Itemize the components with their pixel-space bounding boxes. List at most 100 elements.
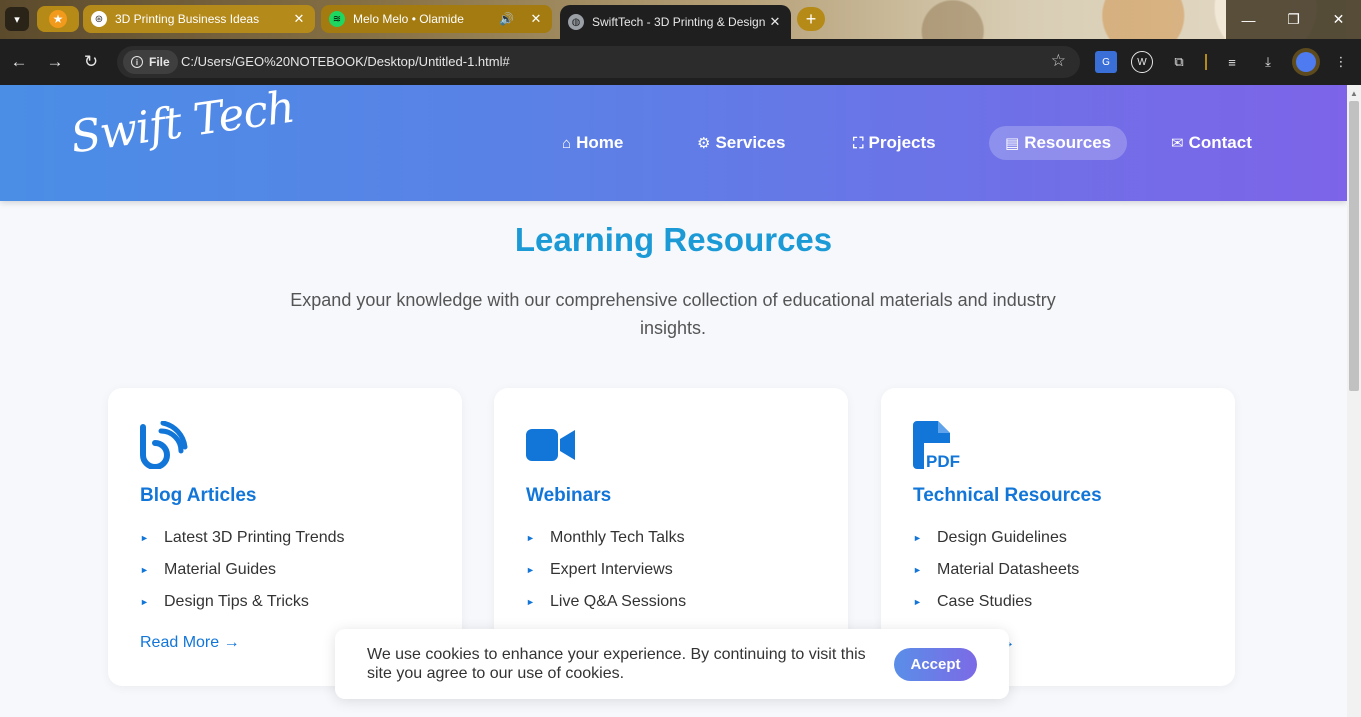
bookmark-star-icon[interactable]: ☆ <box>1051 51 1066 71</box>
tab-title: SwiftTech - 3D Printing & Design <box>592 15 766 29</box>
spotify-icon: ≋ <box>329 11 345 27</box>
site-info-chip[interactable]: i File <box>123 50 178 74</box>
file-chip-label: File <box>149 55 170 69</box>
tab-swifttech-active[interactable]: ◍ SwiftTech - 3D Printing & Design ✕ <box>560 5 791 39</box>
download-icon[interactable]: ⤓ <box>1257 51 1279 73</box>
list-item[interactable]: ► Material Guides <box>140 554 345 586</box>
bullet-icon: ► <box>913 597 922 607</box>
menu-kebab-icon[interactable]: ⋮ <box>1330 51 1352 73</box>
scroll-up-icon[interactable]: ▲ <box>1350 89 1358 98</box>
bullet-icon: ► <box>526 565 535 575</box>
media-control-icon[interactable]: ≡ <box>1221 51 1243 73</box>
sitemap-icon: ⛶ <box>853 134 864 152</box>
list-item[interactable]: ► Material Datasheets <box>913 554 1079 586</box>
avatar-icon <box>1296 52 1316 72</box>
list-item[interactable]: ► Design Tips & Tricks <box>140 586 345 618</box>
page-scrollbar[interactable]: ▲ <box>1347 85 1361 717</box>
bullet-icon: ► <box>526 533 535 543</box>
page-viewport: Swift Tech ⌂ Home ⚙ Services ⛶ Projects … <box>0 85 1347 717</box>
cookie-text: We use cookies to enhance your experienc… <box>367 646 866 682</box>
bullet-icon: ► <box>913 533 922 543</box>
audio-playing-icon[interactable]: 🔊 <box>499 12 514 26</box>
scroll-thumb[interactable] <box>1349 101 1359 391</box>
close-icon: ✕ <box>1332 11 1345 27</box>
wordtune-extension-icon[interactable]: W <box>1131 51 1153 73</box>
card-list: ► Monthly Tech Talks ► Expert Interviews ►… <box>526 522 686 618</box>
list-item[interactable]: ► Case Studies <box>913 586 1079 618</box>
list-item[interactable]: ► Latest 3D Printing Trends <box>140 522 345 554</box>
tab-spotify[interactable]: ≋ Melo Melo • Olamide 🔊 ✕ <box>321 5 552 33</box>
nav-label: Projects <box>868 133 936 152</box>
toolbar-divider <box>1205 54 1207 70</box>
bullet-icon: ► <box>140 565 149 575</box>
nav-label: Resources <box>1024 133 1112 152</box>
tab-3d-printing-ideas[interactable]: ⊛ 3D Printing Business Ideas ✕ <box>83 5 315 33</box>
card-title: Technical Resources <box>913 485 1102 506</box>
arrow-left-icon: ← <box>10 52 28 71</box>
book-icon: ▤ <box>1005 135 1020 152</box>
translate-extension-icon[interactable]: G <box>1095 51 1117 73</box>
browser-toolbar: ← → ↻ i File C:/Users/GEO%20NOTEBOOK/Des… <box>0 39 1361 85</box>
list-item[interactable]: ► Live Q&A Sessions <box>526 586 686 618</box>
card-list: ► Latest 3D Printing Trends ► Material Gui… <box>140 522 345 618</box>
close-icon[interactable]: ✕ <box>767 14 783 30</box>
home-icon: ⌂ <box>562 134 572 152</box>
forward-button[interactable]: → <box>43 50 67 74</box>
chevron-down-icon: ▾ <box>14 13 20 26</box>
tab-search-dropdown[interactable]: ▾ <box>5 7 29 31</box>
nav-resources[interactable]: ▤ Resources <box>989 126 1128 160</box>
bullet-icon: ► <box>140 533 149 543</box>
star-icon: ★ <box>49 10 67 28</box>
restore-button[interactable]: ❐ <box>1271 0 1316 39</box>
list-item[interactable]: ► Design Guidelines <box>913 522 1079 554</box>
nav-projects[interactable]: ⛶ Projects <box>837 126 952 160</box>
read-more-link[interactable]: Read More → <box>140 634 240 652</box>
card-title: Webinars <box>526 485 612 506</box>
arrow-right-icon: → <box>46 52 64 71</box>
address-bar[interactable]: i File C:/Users/GEO%20NOTEBOOK/Desktop/U… <box>117 46 1080 78</box>
reload-button[interactable]: ↻ <box>79 50 103 74</box>
profile-avatar[interactable] <box>1292 48 1320 76</box>
list-item[interactable]: ► Monthly Tech Talks <box>526 522 686 554</box>
site-header: Swift Tech ⌂ Home ⚙ Services ⛶ Projects … <box>0 85 1347 201</box>
nav-label: Contact <box>1188 133 1252 152</box>
nav-label: Services <box>715 133 786 152</box>
envelope-icon: ✉ <box>1171 135 1184 152</box>
bullet-icon: ► <box>140 597 149 607</box>
site-logo[interactable]: Swift Tech <box>68 85 298 163</box>
chatgpt-icon: ⊛ <box>91 11 107 27</box>
gears-icon: ⚙ <box>697 135 711 152</box>
restore-icon: ❐ <box>1287 11 1300 27</box>
close-window-button[interactable]: ✕ <box>1316 0 1361 39</box>
nav-services[interactable]: ⚙ Services <box>681 126 801 160</box>
page-title: Learning Resources <box>514 221 833 258</box>
minimize-icon: — <box>1241 11 1256 28</box>
minimize-button[interactable]: — <box>1226 0 1271 39</box>
cookie-banner: We use cookies to enhance your experienc… <box>335 629 1009 699</box>
tab-title: 3D Printing Business Ideas <box>115 12 260 26</box>
close-icon[interactable]: ✕ <box>291 11 307 27</box>
accept-cookies-button[interactable]: Accept <box>894 648 977 681</box>
card-title: Blog Articles <box>140 485 257 506</box>
reload-icon: ↻ <box>83 52 99 71</box>
info-icon: i <box>131 56 143 68</box>
nav-home[interactable]: ⌂ Home <box>546 126 639 160</box>
bullet-icon: ► <box>913 565 922 575</box>
card-list: ► Design Guidelines ► Material Datasheets … <box>913 522 1079 618</box>
svg-text:PDF: PDF <box>926 452 960 469</box>
nav-label: Home <box>576 133 624 152</box>
extensions-puzzle-icon[interactable]: ⧉ <box>1168 51 1190 73</box>
list-item[interactable]: ► Expert Interviews <box>526 554 686 586</box>
pinned-tab[interactable]: ★ <box>37 6 79 32</box>
nav-contact[interactable]: ✉ Contact <box>1155 126 1268 160</box>
video-icon <box>526 429 575 461</box>
new-tab-button[interactable]: + <box>797 7 825 31</box>
tab-strip: ▾ ★ ⊛ 3D Printing Business Ideas ✕ ≋ Mel… <box>0 0 1361 39</box>
globe-icon: ◍ <box>568 14 584 30</box>
plus-icon: + <box>805 8 817 29</box>
close-icon[interactable]: ✕ <box>528 11 544 27</box>
page-subtitle: Expand your knowledge with our comprehen… <box>290 290 1056 338</box>
blog-icon <box>140 421 188 469</box>
url-text[interactable]: C:/Users/GEO%20NOTEBOOK/Desktop/Untitled… <box>181 54 510 69</box>
back-button[interactable]: ← <box>7 50 31 74</box>
